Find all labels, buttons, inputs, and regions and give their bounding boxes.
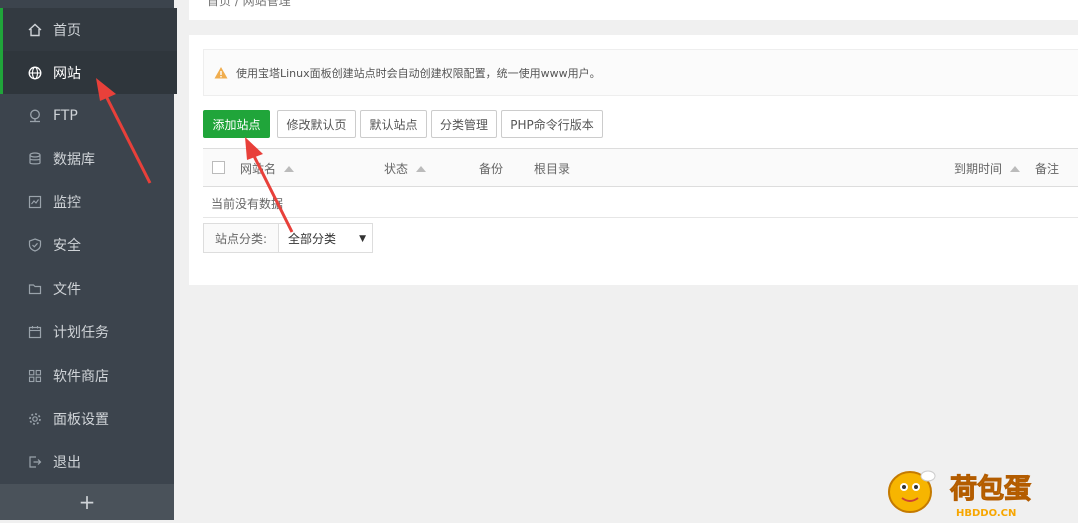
table-header: 网站名 状态 备份 根目录 到期时间 备注 [203, 148, 1078, 187]
column-root-dir: 根目录 [534, 162, 571, 176]
sort-asc-icon [284, 166, 295, 172]
sidebar-item-website[interactable]: 网站 [0, 51, 177, 94]
sidebar-item-label: 计划任务 [53, 324, 109, 341]
caret-down-icon: ▼ [359, 234, 366, 244]
sidebar-item-label: 退出 [53, 454, 81, 471]
sidebar-item-database[interactable]: 数据库 [0, 137, 174, 180]
column-backup: 备份 [479, 162, 504, 176]
sidebar-item-label: 监控 [53, 194, 81, 211]
sidebar-item-label: 安全 [53, 237, 81, 254]
logout-icon [27, 454, 43, 470]
sidebar-item-monitor[interactable]: 监控 [0, 180, 174, 223]
sidebar-item-cron[interactable]: 计划任务 [0, 310, 174, 353]
sidebar-item-home[interactable]: 首页 [0, 8, 177, 51]
sidebar-add-button[interactable]: + [0, 484, 174, 520]
php-cli-version-button[interactable]: PHP命令行版本 [501, 110, 603, 138]
select-all-checkbox[interactable] [212, 161, 225, 174]
category-select[interactable]: 全部分类 ▼ [279, 224, 372, 252]
globe-icon [27, 65, 43, 81]
column-expire[interactable]: 到期时间 [954, 160, 1021, 177]
calendar-icon [27, 324, 43, 340]
main-panel: 使用宝塔Linux面板创建站点时会自动创建权限配置，统一使用www用户。 添加站… [189, 35, 1078, 285]
sidebar: 首页 网站 FTP 数据库 监控 安全 文件 计划任务 软件商店 面板设置 退出… [0, 0, 177, 520]
sidebar-item-ftp[interactable]: FTP [0, 94, 174, 137]
watermark-subtext: HBDDO.CN [956, 508, 1016, 519]
ftp-icon [27, 108, 43, 124]
category-filter: 站点分类: 全部分类 ▼ [203, 223, 373, 253]
sort-asc-icon [416, 166, 427, 172]
home-icon [27, 22, 43, 38]
database-icon [27, 151, 43, 167]
add-site-button[interactable]: 添加站点 [203, 110, 270, 138]
folder-icon [27, 281, 43, 297]
sidebar-item-settings[interactable]: 面板设置 [0, 397, 174, 440]
sidebar-item-label: 面板设置 [53, 411, 109, 428]
notice-bar: 使用宝塔Linux面板创建站点时会自动创建权限配置，统一使用www用户。 [203, 49, 1078, 96]
egg-mascot-icon: 荷包蛋 HBDDO.CN [888, 470, 1032, 519]
gear-icon [27, 411, 43, 427]
warning-icon [214, 66, 228, 78]
sidebar-item-label: 文件 [53, 281, 81, 298]
category-select-value: 全部分类 [288, 231, 337, 246]
watermark-text: 荷包蛋 [950, 473, 1031, 505]
column-status[interactable]: 状态 [384, 160, 427, 177]
breadcrumb-bar: 首页 / 网站管理 [189, 0, 1078, 20]
sidebar-item-store[interactable]: 软件商店 [0, 354, 174, 397]
breadcrumb: 首页 / 网站管理 [207, 0, 291, 8]
category-manage-button[interactable]: 分类管理 [431, 110, 497, 138]
sort-asc-icon [1010, 166, 1021, 172]
sidebar-item-label: 首页 [53, 22, 81, 39]
notice-text: 使用宝塔Linux面板创建站点时会自动创建权限配置，统一使用www用户。 [236, 66, 601, 80]
grid-icon [27, 368, 43, 384]
table-empty-row: 当前没有数据 [203, 186, 1078, 218]
empty-text: 当前没有数据 [211, 197, 284, 211]
sidebar-item-files[interactable]: 文件 [0, 267, 174, 310]
column-site-name[interactable]: 网站名 [240, 160, 295, 177]
sidebar-item-label: FTP [53, 107, 78, 124]
shield-icon [27, 237, 43, 253]
default-site-button[interactable]: 默认站点 [360, 110, 427, 138]
monitor-icon [27, 194, 43, 210]
watermark-logo: 荷包蛋 HBDDO.CN [884, 462, 1076, 520]
sidebar-item-logout[interactable]: 退出 [0, 440, 174, 483]
column-note: 备注 [1035, 162, 1060, 176]
filter-label: 站点分类: [204, 224, 279, 252]
sidebar-item-label: 网站 [53, 65, 81, 82]
sidebar-item-label: 数据库 [53, 151, 95, 168]
edit-default-page-button[interactable]: 修改默认页 [277, 110, 356, 138]
sidebar-item-label: 软件商店 [53, 368, 109, 385]
sidebar-item-security[interactable]: 安全 [0, 223, 174, 266]
